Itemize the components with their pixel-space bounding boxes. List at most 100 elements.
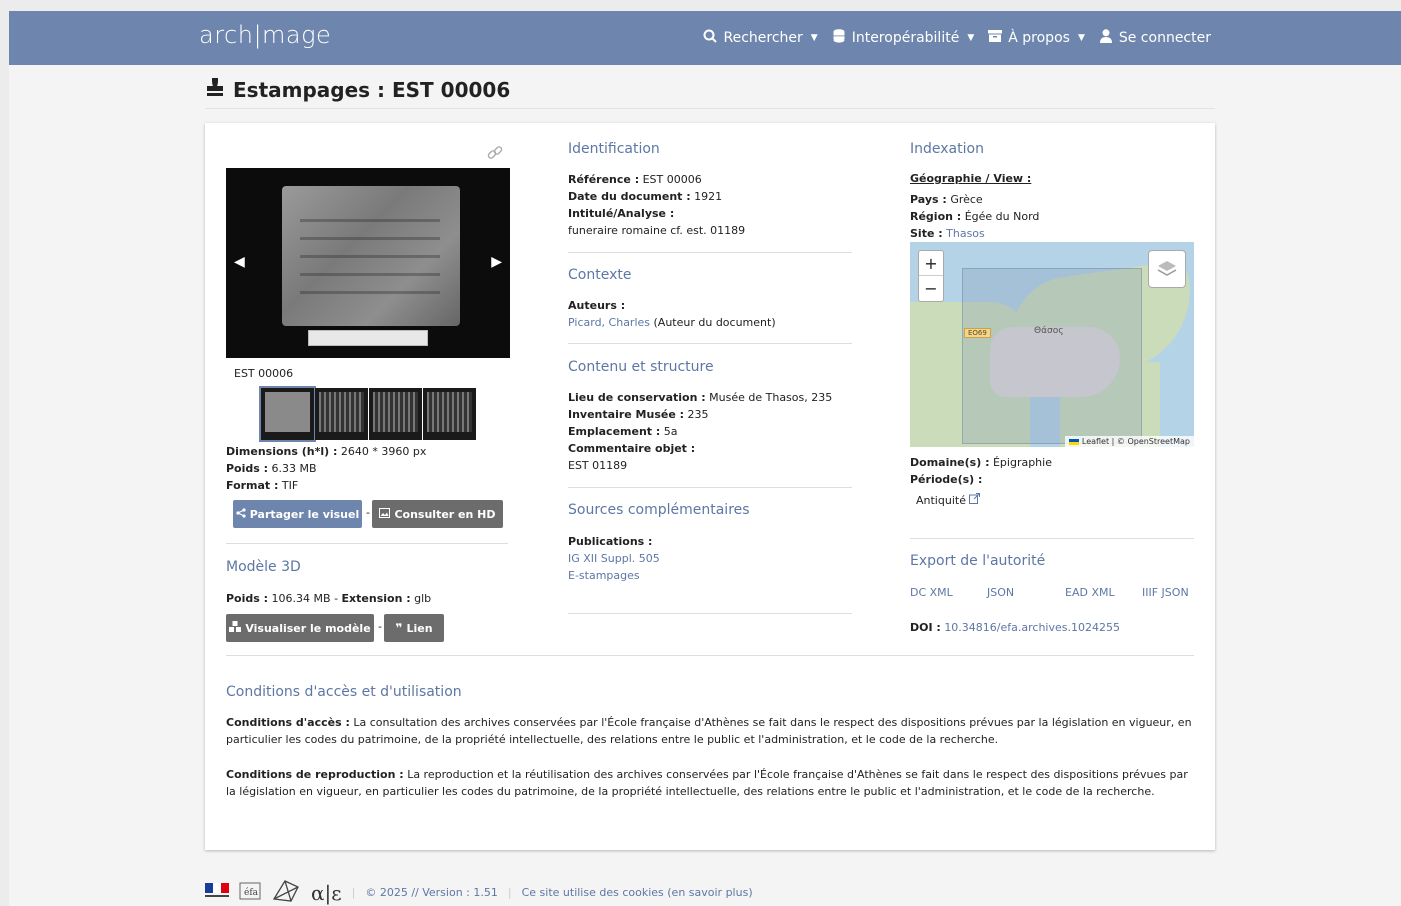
site-label: Site : — [910, 227, 943, 240]
hd-view-button[interactable]: Consulter en HD — [372, 500, 503, 528]
image-viewer[interactable]: ◀ ▶ — [226, 168, 510, 358]
nav-item-a-propos[interactable]: À propos ▼ — [988, 30, 1085, 46]
geo-label: Géographie / View : — [910, 172, 1032, 185]
divider — [226, 655, 1194, 656]
top-navbar: arch|mage Rechercher ▼ Interopérabilité … — [9, 11, 1401, 65]
network-logo — [271, 879, 301, 906]
format-value: TIF — [281, 479, 299, 492]
permalink-icon[interactable] — [487, 145, 503, 165]
arrow-left-icon[interactable]: ◀ — [234, 254, 245, 270]
acces-label: Conditions d'accès : — [226, 716, 350, 729]
divider — [568, 613, 852, 614]
sources-block: Publications : IG XII Suppl. 505 E-stamp… — [568, 533, 848, 584]
auteurs-label: Auteurs : — [568, 299, 626, 312]
location-map[interactable]: EO69 Θάσος + − Leaflet | © OpenStreetMap — [910, 242, 1194, 447]
indexation-block: Géographie / View : Pays : Grèce Région … — [910, 170, 1194, 242]
conditions-acces: Conditions d'accès : La consultation des… — [226, 714, 1194, 748]
nav-item-se-connecter[interactable]: Se connecter — [1099, 29, 1211, 47]
doi-line: DOI : 10.34816/efa.archives.1024255 — [910, 619, 1120, 636]
search-icon — [703, 29, 718, 47]
thumbnail[interactable] — [259, 386, 316, 442]
domaine-label: Domaine(s) : — [910, 456, 990, 469]
intitule-label: Intitulé/Analyse : — [568, 207, 675, 220]
model-extension-value: glb — [414, 592, 432, 605]
separator: - — [378, 620, 382, 633]
caret-down-icon: ▼ — [967, 33, 975, 43]
poids-value: 6.33 MB — [271, 462, 317, 475]
share-icon — [236, 507, 246, 521]
domain-block: Domaine(s) : Épigraphie Période(s) : Ant… — [910, 454, 1194, 509]
thumbnail[interactable] — [423, 388, 476, 440]
nav-item-rechercher[interactable]: Rechercher ▼ — [703, 29, 818, 47]
thumbnail[interactable] — [369, 388, 422, 440]
page-title-text: Estampages : EST 00006 — [233, 77, 511, 102]
export-ead-xml[interactable]: EAD XML — [1065, 584, 1115, 601]
stamp-icon — [205, 77, 225, 102]
caret-down-icon: ▼ — [810, 33, 818, 43]
divider — [568, 343, 852, 344]
title-divider — [205, 108, 1215, 109]
external-link-icon[interactable] — [969, 493, 981, 507]
layers-icon[interactable] — [1148, 250, 1186, 288]
model3d-title: Modèle 3D — [226, 559, 301, 575]
date-label: Date du document : — [568, 190, 691, 203]
nav-menu: Rechercher ▼ Interopérabilité ▼ À propos… — [703, 11, 1211, 65]
hd-label: Consulter en HD — [394, 507, 496, 521]
zoom-in-button[interactable]: + — [919, 251, 943, 276]
export-dc-xml[interactable]: DC XML — [910, 584, 953, 601]
commentaire-value: EST 01189 — [568, 459, 628, 472]
model-link-button[interactable]: ❞ Lien — [384, 614, 444, 642]
page-title: Estampages : EST 00006 — [205, 77, 510, 102]
reference-label: Référence : — [568, 173, 640, 186]
thumbnail[interactable] — [315, 388, 368, 440]
contexte-block: Auteurs : Picard, Charles (Auteur du doc… — [568, 297, 848, 331]
database-icon — [832, 29, 846, 47]
pays-value: Grèce — [950, 193, 983, 206]
reference-value: EST 00006 — [642, 173, 702, 186]
publication-link[interactable]: E-stampages — [568, 569, 640, 582]
doi-link[interactable]: 10.34816/efa.archives.1024255 — [944, 621, 1120, 634]
model-extension-label: Extension : — [341, 592, 411, 605]
export-json[interactable]: JSON — [987, 584, 1014, 601]
date-value: 1921 — [694, 190, 723, 203]
lieu-label: Lieu de conservation : — [568, 391, 706, 404]
view-model-button[interactable]: Visualiser le modèle — [226, 614, 374, 642]
model-poids-value: 106.34 MB - — [271, 592, 339, 605]
republique-logo — [205, 883, 229, 902]
model-link-label: Lien — [406, 621, 433, 635]
commentaire-label: Commentaire objet : — [568, 442, 696, 455]
export-title: Export de l'autorité — [910, 553, 1046, 569]
author-role: (Auteur du document) — [653, 316, 776, 329]
quote-icon: ❞ — [395, 621, 403, 635]
arrow-right-icon[interactable]: ▶ — [491, 254, 502, 270]
export-iiif-json[interactable]: IIIF JSON — [1142, 584, 1189, 601]
archimage-logo[interactable]: arch|mage — [199, 21, 331, 49]
model3d-info: Poids : 106.34 MB - Extension : glb — [226, 590, 431, 607]
format-label: Format : — [226, 479, 279, 492]
indexation-title: Indexation — [910, 141, 984, 157]
separator: - — [366, 506, 370, 519]
divider — [568, 487, 852, 488]
publication-link[interactable]: IG XII Suppl. 505 — [568, 552, 660, 565]
version-text: © 2025 // Version : 1.51 — [365, 886, 498, 899]
acces-text: La consultation des archives conservées … — [226, 716, 1192, 746]
ale-logo: α|ε — [311, 880, 342, 905]
image-icon — [379, 507, 391, 521]
archive-icon — [988, 30, 1003, 46]
inventaire-value: 235 — [687, 408, 709, 421]
image-caption: EST 00006 — [234, 367, 294, 380]
author-link[interactable]: Picard, Charles — [568, 316, 650, 329]
nav-item-interoperabilite[interactable]: Interopérabilité ▼ — [832, 29, 975, 47]
view-model-label: Visualiser le modèle — [245, 621, 371, 635]
map-attribution[interactable]: Leaflet | © OpenStreetMap — [1065, 436, 1194, 447]
model-poids-label: Poids : — [226, 592, 269, 605]
cookies-link[interactable]: Ce site utilise des cookies (en savoir p… — [522, 886, 753, 899]
share-label: Partager le visuel — [249, 507, 360, 521]
share-visual-button[interactable]: Partager le visuel — [233, 500, 362, 528]
zoom-out-button[interactable]: − — [919, 276, 943, 301]
divider — [910, 538, 1194, 539]
pays-label: Pays : — [910, 193, 947, 206]
page-frame: arch|mage Rechercher ▼ Interopérabilité … — [9, 11, 1401, 906]
site-link[interactable]: Thasos — [946, 227, 985, 240]
publications-label: Publications : — [568, 535, 653, 548]
